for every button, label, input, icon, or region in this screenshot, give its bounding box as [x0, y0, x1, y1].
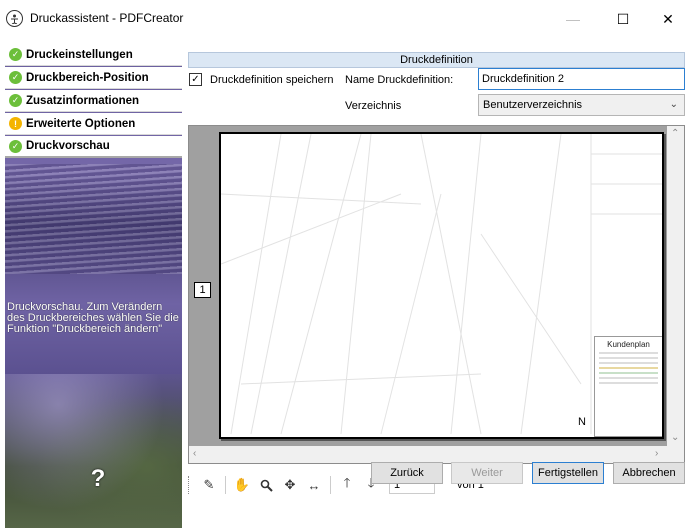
- check-icon: ✓: [9, 71, 22, 84]
- vertical-scrollbar[interactable]: ⌃ ⌄: [667, 126, 684, 448]
- title-block-heading: Kundenplan: [607, 340, 650, 349]
- page-number-marker: 1: [194, 282, 211, 298]
- cancel-button[interactable]: Abbrechen: [613, 462, 685, 484]
- sidebar-item-label: Zusatzinformationen: [26, 94, 140, 107]
- save-definition-label: Druckdefinition speichern: [210, 73, 334, 86]
- pencil-icon[interactable]: ✎: [197, 473, 221, 497]
- sidebar-item-erweiterte-optionen[interactable]: ! Erweiterte Optionen: [5, 113, 182, 135]
- section-header: Druckdefinition: [188, 52, 685, 68]
- sidebar-item-zusatzinformationen[interactable]: ✓ Zusatzinformationen: [5, 90, 182, 112]
- preview-page: Kundenplan N: [219, 132, 664, 439]
- save-definition-checkbox[interactable]: ✓: [189, 73, 202, 86]
- title-bar: Druckassistent - PDFCreator — ☐ ✕: [0, 0, 688, 38]
- scroll-corner: [667, 446, 684, 463]
- maximize-button[interactable]: ☐: [600, 0, 646, 38]
- help-button[interactable]: ?: [83, 464, 113, 494]
- sidebar-decoration: [5, 164, 182, 274]
- directory-value: Benutzerverzeichnis: [483, 99, 583, 111]
- main-panel: Druckdefinition ✓ Druckdefinition speich…: [185, 44, 688, 528]
- scroll-up-icon[interactable]: ⌃: [671, 128, 679, 139]
- print-preview[interactable]: 1 Kundenplan N ⌃ ⌄ ‹ ›: [188, 125, 685, 464]
- sidebar-item-label: Druckbereich-Position: [26, 71, 149, 84]
- name-definition-input[interactable]: Druckdefinition 2: [478, 68, 685, 90]
- sidebar-item-label: Erweiterte Optionen: [26, 117, 136, 130]
- save-definition-row[interactable]: ✓ Druckdefinition speichern: [189, 73, 334, 86]
- window-title: Druckassistent - PDFCreator: [30, 11, 184, 25]
- sidebar: ✓ Druckeinstellungen ✓ Druckbereich-Posi…: [5, 44, 182, 528]
- sidebar-item-label: Druckeinstellungen: [26, 48, 133, 61]
- name-definition-label: Name Druckdefinition:: [345, 74, 454, 86]
- warning-icon: !: [9, 117, 22, 130]
- close-button[interactable]: ✕: [645, 0, 688, 38]
- finish-button[interactable]: Fertigstellen: [532, 462, 604, 484]
- back-button[interactable]: Zurück: [371, 462, 443, 484]
- check-icon: ✓: [9, 94, 22, 107]
- toolbar-grip[interactable]: [188, 476, 191, 494]
- scroll-down-icon[interactable]: ⌄: [671, 432, 679, 443]
- help-text: Druckvorschau. Zum Verändern des Druckbe…: [7, 301, 179, 335]
- hand-icon[interactable]: ✋: [230, 473, 254, 497]
- north-arrow-icon: N: [578, 416, 586, 428]
- move-icon[interactable]: ✥: [278, 473, 302, 497]
- app-icon: [6, 10, 23, 27]
- sidebar-item-label: Druckvorschau: [26, 140, 110, 152]
- sidebar-item-druckbereich-position[interactable]: ✓ Druckbereich-Position: [5, 67, 182, 89]
- chevron-down-icon: ⌄: [669, 99, 678, 110]
- next-button[interactable]: Weiter: [451, 462, 523, 484]
- minimize-button[interactable]: —: [550, 0, 596, 38]
- scroll-left-icon[interactable]: ‹: [193, 448, 196, 459]
- sidebar-item-druckeinstellungen[interactable]: ✓ Druckeinstellungen: [5, 44, 182, 66]
- arrow-up-icon[interactable]: 🡑: [335, 473, 359, 497]
- fit-width-icon[interactable]: ↔: [302, 473, 326, 497]
- scroll-right-icon[interactable]: ›: [655, 448, 658, 459]
- zoom-icon[interactable]: [254, 473, 278, 497]
- check-icon: ✓: [9, 139, 22, 153]
- sidebar-landscape-image: [5, 374, 182, 528]
- directory-select[interactable]: Benutzerverzeichnis ⌄: [478, 94, 685, 116]
- sidebar-item-druckvorschau[interactable]: ✓ Druckvorschau: [5, 136, 182, 158]
- title-block: Kundenplan: [594, 336, 662, 437]
- horizontal-scrollbar[interactable]: ‹ ›: [189, 446, 669, 463]
- directory-label: Verzeichnis: [345, 100, 402, 112]
- check-icon: ✓: [9, 48, 22, 61]
